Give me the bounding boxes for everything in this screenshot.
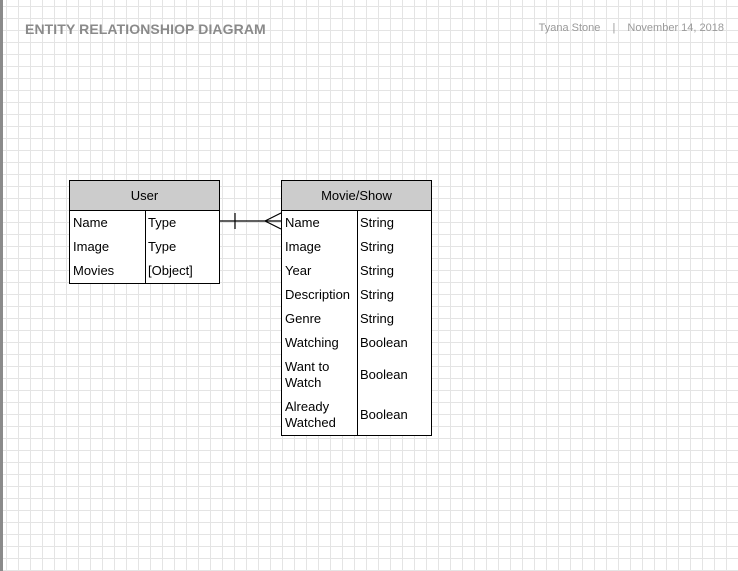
crows-foot-upper xyxy=(264,212,282,222)
relationship-connector[interactable] xyxy=(0,0,738,571)
crows-foot-lower xyxy=(264,220,282,230)
